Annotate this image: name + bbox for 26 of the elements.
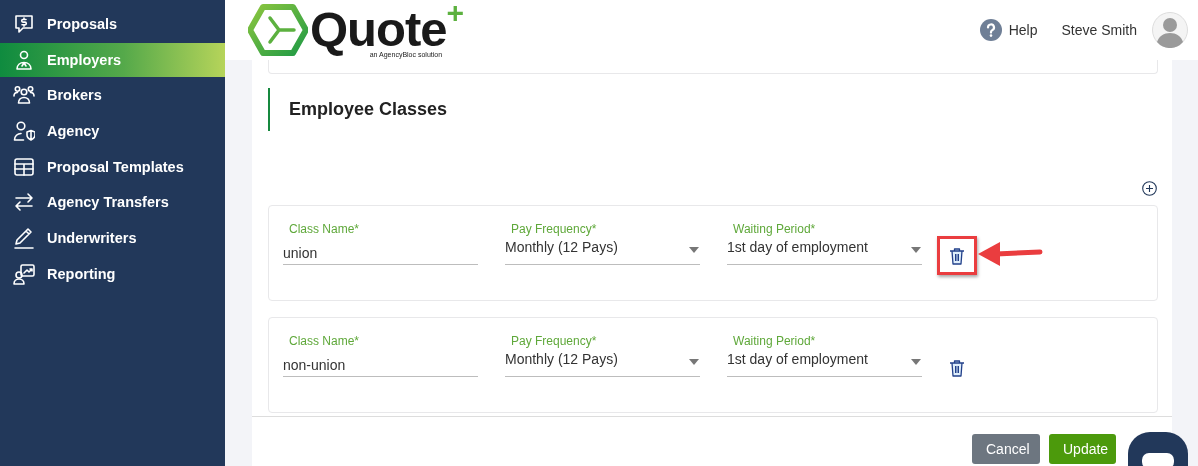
- field-label: Class Name*: [288, 221, 361, 238]
- field-label: Waiting Period*: [732, 333, 817, 350]
- input-field[interactable]: non-union: [283, 350, 478, 377]
- dropdown-field[interactable]: 1st day of employment: [727, 238, 922, 265]
- field-label: Pay Frequency*: [510, 333, 598, 350]
- section-title: Employee Classes: [289, 99, 448, 120]
- field-label: Waiting Period*: [732, 221, 817, 238]
- sidebar-item[interactable]: Brokers: [0, 78, 225, 113]
- sidebar-item[interactable]: Underwriters: [0, 221, 225, 256]
- sidebar-item[interactable]: Reporting: [0, 256, 225, 291]
- cancel-button[interactable]: Cancel: [972, 434, 1040, 464]
- sidebar-item[interactable]: Agency Transfers: [0, 185, 225, 220]
- dropdown-field[interactable]: Monthly (12 Pays): [505, 350, 700, 377]
- logo-wordmark: Quote: [310, 4, 447, 54]
- input-field[interactable]: union: [283, 238, 478, 265]
- user-name[interactable]: Steve Smith: [1061, 22, 1137, 38]
- sidebar-item[interactable]: Agency: [0, 114, 225, 149]
- field-label: Class Name*: [288, 333, 361, 350]
- update-button[interactable]: Update: [1049, 434, 1116, 464]
- sidebar-item[interactable]: Proposals: [0, 7, 225, 41]
- help-link[interactable]: Help: [1008, 22, 1038, 38]
- field-label: Pay Frequency*: [510, 221, 598, 238]
- sidebar-item[interactable]: Proposal Templates: [0, 149, 225, 184]
- dropdown-field[interactable]: 1st day of employment: [727, 350, 922, 377]
- dropdown-field[interactable]: Monthly (12 Pays): [505, 238, 700, 265]
- logo-plus: +: [446, 0, 465, 26]
